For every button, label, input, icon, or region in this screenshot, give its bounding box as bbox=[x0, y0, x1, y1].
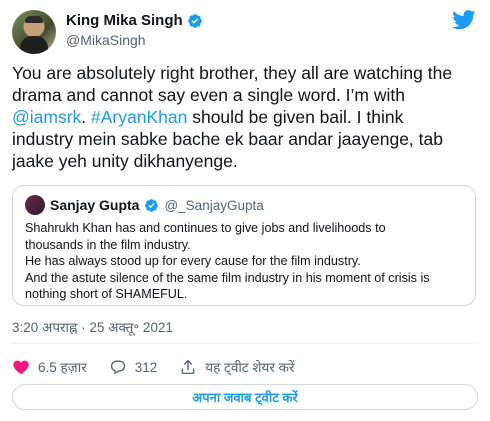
avatar-cap bbox=[25, 16, 43, 23]
tweet-your-reply-button[interactable]: अपना जवाब ट्वीट करें bbox=[12, 384, 478, 410]
like-count: 6.5 हज़ार bbox=[38, 360, 87, 375]
author-name-row[interactable]: King Mika Singh bbox=[66, 12, 203, 29]
quoted-author-handle: @_SanjayGupta bbox=[164, 197, 264, 213]
verified-badge-icon bbox=[187, 13, 202, 28]
reply-button[interactable]: 312 bbox=[109, 358, 158, 376]
share-label: यह ट्वीट शेयर करें bbox=[205, 360, 295, 375]
quoted-author-avatar bbox=[25, 195, 45, 215]
hashtag-link[interactable]: #AryanKhan bbox=[91, 107, 187, 127]
verified-badge-icon bbox=[145, 198, 159, 212]
author-name[interactable]: King Mika Singh bbox=[66, 12, 183, 29]
divider bbox=[12, 343, 478, 344]
quoted-author-name: Sanjay Gupta bbox=[50, 197, 140, 213]
tweet-text-fragment: should be given bail. I think bbox=[187, 107, 404, 127]
tweet-line: industry mein sabke bache ek baar andar … bbox=[12, 129, 443, 149]
tweet-line: @iamsrk. #AryanKhan should be given bail… bbox=[12, 106, 478, 128]
quoted-tweet-header: Sanjay Gupta @_SanjayGupta bbox=[25, 195, 264, 215]
tweet-text: You are absolutely right brother, they a… bbox=[12, 62, 478, 172]
like-button[interactable]: 6.5 हज़ार bbox=[12, 358, 87, 376]
quoted-line: Shahrukh Khan has and continues to give … bbox=[25, 221, 386, 235]
quoted-line: nothing short of SHAMEFUL. bbox=[25, 287, 188, 301]
tweet-line: You are absolutely right brother, they a… bbox=[12, 63, 453, 83]
action-bar: 6.5 हज़ार 312 यह ट्वीट शेयर करें bbox=[12, 356, 478, 378]
author-avatar[interactable] bbox=[12, 10, 56, 54]
tweet-text-fragment: . bbox=[81, 107, 92, 127]
tweet-line: jaake yeh unity dikhanyenge. bbox=[12, 151, 238, 171]
quoted-line: thousands in the film industry. bbox=[25, 237, 191, 252]
share-button[interactable]: यह ट्वीट शेयर करें bbox=[179, 358, 295, 376]
heart-icon bbox=[13, 360, 29, 375]
tweet-timestamp[interactable]: 3:20 अपराह्न · 25 अक्तू॰ 2021 bbox=[12, 318, 173, 336]
author-handle[interactable]: @MikaSingh bbox=[66, 32, 146, 48]
reply-count: 312 bbox=[134, 359, 158, 375]
tweet-card: King Mika Singh @MikaSingh You are absol… bbox=[0, 0, 490, 421]
quoted-tweet[interactable]: Sanjay Gupta @_SanjayGupta Shahrukh Khan… bbox=[12, 185, 476, 306]
twitter-bird-icon[interactable] bbox=[452, 10, 476, 30]
quoted-line: And the astute silence of the same film … bbox=[25, 270, 430, 285]
tweet-line: drama and cannot say even a single word.… bbox=[12, 85, 405, 105]
share-upload-icon bbox=[181, 359, 195, 375]
quoted-tweet-body: Shahrukh Khan has and continues to give … bbox=[25, 220, 465, 303]
reply-bubble-icon bbox=[110, 360, 125, 375]
avatar-shirt bbox=[20, 36, 48, 54]
mention-link[interactable]: @iamsrk bbox=[12, 107, 81, 127]
quoted-line: He has always stood up for every cause f… bbox=[25, 254, 361, 268]
